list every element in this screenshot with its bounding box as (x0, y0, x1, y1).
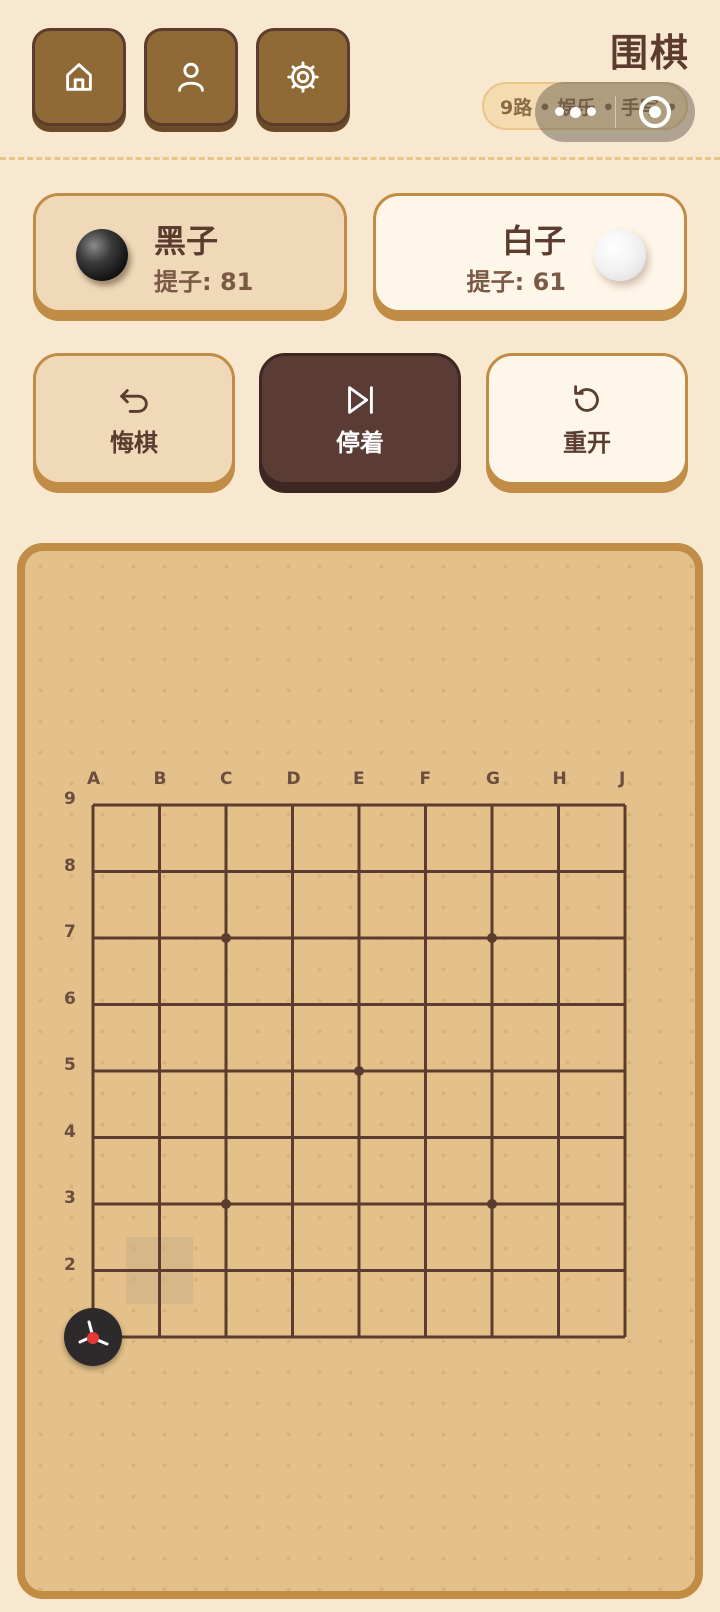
black-player-name: 黑子 (154, 222, 219, 260)
row-label: 5 (64, 1055, 76, 1075)
row-label: 2 (64, 1254, 76, 1275)
undo-button[interactable]: 悔棋 (33, 353, 235, 485)
black-stone-icon (76, 229, 128, 281)
restart-icon (574, 384, 599, 412)
black-player-card: 黑子 提子: 81 (33, 193, 347, 313)
white-stone-icon (594, 229, 646, 281)
header-panel: 围棋 9路 • 娱乐 • 手写 • 黑子 提子: 81 白子 提子: 61 悔棋… (0, 0, 720, 526)
column-label: D (286, 769, 301, 789)
row-label: 4 (64, 1121, 76, 1142)
header-divider (0, 157, 720, 160)
user-icon (178, 62, 204, 92)
skip-forward-icon (348, 385, 373, 414)
column-label: A (87, 769, 101, 789)
undo-label: 悔棋 (110, 428, 158, 457)
more-icon[interactable] (535, 106, 615, 118)
column-label: G (486, 769, 500, 789)
page-title: 围棋 (609, 31, 690, 75)
row-label: 8 (64, 855, 76, 876)
home-icon (66, 63, 92, 91)
row-label: 6 (64, 988, 76, 1009)
column-label: B (153, 769, 167, 789)
mini-program-capsule[interactable] (535, 82, 695, 142)
column-label: J (619, 769, 626, 789)
assistant-icon (78, 1320, 109, 1346)
white-player-card: 白子 提子: 61 (373, 193, 687, 313)
black-captures: 提子: 81 (154, 268, 254, 296)
pass-button[interactable]: 停着 (259, 353, 461, 485)
gear-icon (287, 61, 319, 93)
column-label: F (419, 769, 432, 789)
column-label: H (552, 769, 567, 789)
row-label: 7 (64, 922, 76, 942)
column-label: E (353, 769, 365, 789)
settings-button[interactable] (256, 28, 350, 126)
row-label: 3 (64, 1188, 76, 1208)
pass-label: 停着 (336, 428, 384, 457)
go-board-panel[interactable] (17, 543, 703, 1599)
hover-highlight (126, 1237, 193, 1304)
floating-assistant-button[interactable] (64, 1308, 122, 1366)
profile-button[interactable] (144, 28, 238, 126)
home-button[interactable] (32, 28, 126, 126)
close-target-icon[interactable] (616, 96, 694, 128)
white-captures: 提子: 61 (466, 268, 566, 296)
white-player-name: 白子 (501, 222, 566, 260)
undo-icon (120, 388, 148, 413)
reset-label: 重开 (563, 428, 611, 457)
row-label: 9 (64, 789, 76, 809)
column-label: C (220, 769, 233, 789)
reset-button[interactable]: 重开 (486, 353, 688, 485)
